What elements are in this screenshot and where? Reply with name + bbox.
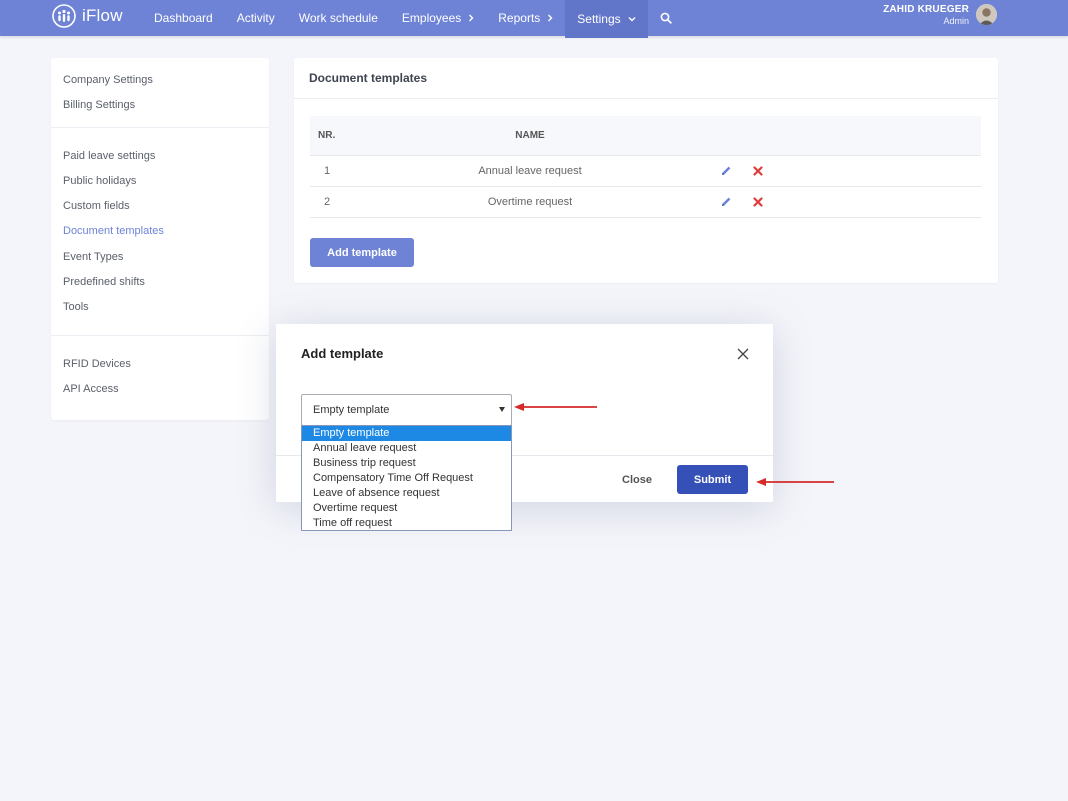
nav-activity[interactable]: Activity [225, 0, 287, 36]
nav-work-schedule[interactable]: Work schedule [287, 0, 390, 36]
main-nav: Dashboard Activity Work schedule Employe… [142, 0, 684, 38]
close-icon [753, 166, 763, 176]
nav-dashboard-label: Dashboard [154, 11, 213, 25]
chevron-right-icon [469, 14, 474, 22]
nav-activity-label: Activity [236, 11, 275, 25]
annotation-arrow-icon [514, 403, 597, 411]
dropdown-option[interactable]: Leave of absence request [302, 486, 511, 501]
template-select-value: Empty template [313, 404, 390, 416]
nav-dashboard[interactable]: Dashboard [142, 0, 225, 36]
pencil-icon [722, 166, 731, 175]
caret-down-icon [499, 407, 505, 412]
user-role: Admin [943, 16, 969, 26]
column-header-name: NAME [515, 130, 545, 141]
nav-employees-label: Employees [401, 11, 462, 25]
submit-button[interactable]: Submit [677, 465, 748, 494]
document-templates-card: Document templates NR. NAME 1 Annual lea… [294, 58, 998, 283]
sidebar-group-company: Company Settings Billing Settings [51, 58, 269, 128]
avatar[interactable] [976, 4, 997, 25]
dropdown-option[interactable]: Compensatory Time Off Request [302, 471, 511, 486]
sidebar-item-company-settings[interactable]: Company Settings [63, 68, 269, 93]
nav-reports[interactable]: Reports [486, 0, 565, 36]
dropdown-option[interactable]: Overtime request [302, 501, 511, 516]
row-actions [720, 165, 764, 177]
dropdown-option[interactable]: Time off request [302, 516, 511, 531]
sidebar-item-custom-fields[interactable]: Custom fields [63, 194, 269, 219]
close-icon [753, 197, 763, 207]
dropdown-option[interactable]: Empty template [302, 426, 511, 441]
sidebar-item-predefined-shifts[interactable]: Predefined shifts [63, 270, 269, 295]
dropdown-option[interactable]: Business trip request [302, 456, 511, 471]
user-info[interactable]: ZAHID KRUEGER Admin [883, 4, 969, 26]
chevron-down-icon [628, 17, 636, 22]
edit-button[interactable] [720, 196, 732, 208]
modal-title: Add template [301, 346, 384, 361]
delete-button[interactable] [752, 196, 764, 208]
templates-table: NR. NAME 1 Annual leave request 2 Overti… [310, 116, 981, 218]
page-title: Document templates [294, 58, 998, 99]
template-dropdown-list: Empty template Annual leave request Busi… [301, 425, 512, 531]
row-actions [720, 196, 764, 208]
close-icon[interactable] [737, 348, 749, 360]
sidebar-item-event-types[interactable]: Event Types [63, 245, 269, 270]
pencil-icon [722, 197, 731, 206]
column-header-nr: NR. [318, 130, 336, 141]
row-nr: 1 [324, 165, 331, 177]
dropdown-option[interactable]: Annual leave request [302, 441, 511, 456]
sidebar-item-public-holidays[interactable]: Public holidays [63, 169, 269, 194]
nav-search-button[interactable] [648, 0, 684, 36]
delete-button[interactable] [752, 165, 764, 177]
table-header: NR. NAME [310, 116, 981, 156]
iflow-logo-icon [52, 4, 76, 28]
nav-settings[interactable]: Settings [565, 0, 648, 38]
search-icon [660, 12, 672, 24]
sidebar-item-billing-settings[interactable]: Billing Settings [63, 93, 269, 118]
table-row: 2 Overtime request [310, 187, 981, 218]
settings-sidebar: Company Settings Billing Settings Paid l… [51, 58, 269, 420]
user-avatar-icon [976, 4, 997, 25]
app-name: iFlow [82, 6, 123, 25]
sidebar-item-paid-leave-settings[interactable]: Paid leave settings [63, 144, 269, 169]
user-name: ZAHID KRUEGER [883, 4, 969, 15]
sidebar-group-general: Paid leave settings Public holidays Cust… [51, 128, 269, 336]
sidebar-item-document-templates[interactable]: Document templates [63, 219, 269, 244]
table-row: 1 Annual leave request [310, 156, 981, 187]
chevron-right-icon [548, 14, 553, 22]
nav-settings-label: Settings [577, 12, 621, 26]
nav-reports-label: Reports [498, 11, 541, 25]
row-name: Annual leave request [478, 165, 582, 177]
row-nr: 2 [324, 196, 331, 208]
close-button[interactable]: Close [622, 470, 652, 490]
sidebar-group-devices: RFID Devices API Access [51, 336, 269, 411]
nav-employees[interactable]: Employees [390, 0, 486, 36]
sidebar-item-tools[interactable]: Tools [63, 295, 269, 320]
sidebar-item-rfid-devices[interactable]: RFID Devices [63, 352, 269, 377]
template-select[interactable]: Empty template [301, 394, 512, 426]
row-name: Overtime request [487, 196, 573, 208]
sidebar-item-api-access[interactable]: API Access [63, 377, 269, 402]
top-navbar: iFlow Dashboard Activity Work schedule E… [0, 0, 1068, 38]
app-logo[interactable]: iFlow [52, 4, 123, 28]
annotation-arrow-icon [756, 478, 834, 486]
add-template-button[interactable]: Add template [310, 238, 414, 267]
nav-work-schedule-label: Work schedule [298, 11, 378, 25]
edit-button[interactable] [720, 165, 732, 177]
